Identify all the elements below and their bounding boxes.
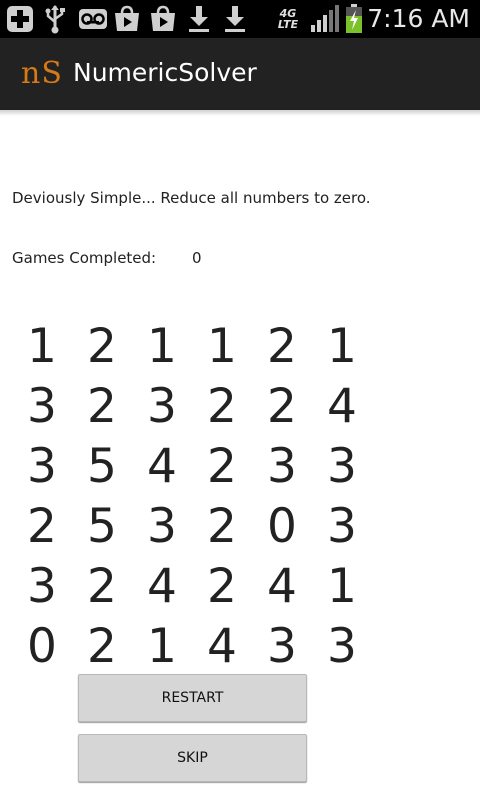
- grid-cell[interactable]: 3: [312, 617, 372, 677]
- grid-cell[interactable]: 3: [252, 617, 312, 677]
- grid-cell[interactable]: 3: [12, 557, 72, 617]
- grid-cell[interactable]: 3: [312, 437, 372, 497]
- action-bar: nS NumericSolver: [0, 38, 480, 112]
- status-time: 7:16 AM: [367, 4, 470, 33]
- app-title: NumericSolver: [73, 58, 257, 87]
- grid-cell[interactable]: 3: [12, 377, 72, 437]
- download-icon: [223, 5, 247, 33]
- grid-cell[interactable]: 5: [72, 437, 132, 497]
- play-store-icon: [113, 5, 141, 33]
- grid-cell[interactable]: 4: [132, 437, 192, 497]
- action-bar-shadow: [0, 110, 480, 116]
- grid-cell[interactable]: 2: [192, 437, 252, 497]
- battery-charging-icon: [344, 4, 364, 33]
- grid-cell[interactable]: 2: [72, 557, 132, 617]
- download-icon: [187, 5, 211, 33]
- grid-cell[interactable]: 2: [252, 377, 312, 437]
- grid-cell[interactable]: 3: [132, 497, 192, 557]
- restart-button[interactable]: RESTART: [78, 674, 307, 722]
- grid-cell[interactable]: 3: [12, 437, 72, 497]
- grid-cell[interactable]: 3: [252, 437, 312, 497]
- grid-cell[interactable]: 2: [72, 317, 132, 377]
- grid-cell[interactable]: 1: [312, 317, 372, 377]
- games-completed-value: 0: [192, 249, 202, 267]
- games-completed-label: Games Completed:: [12, 249, 157, 267]
- grid-cell[interactable]: 2: [72, 617, 132, 677]
- grid-cell[interactable]: 1: [132, 617, 192, 677]
- network-type-label: 4G LTE: [277, 7, 299, 31]
- grid-cell[interactable]: 4: [192, 617, 252, 677]
- app-logo[interactable]: nS: [21, 56, 63, 91]
- grid-cell[interactable]: 4: [252, 557, 312, 617]
- grid-cell[interactable]: 3: [312, 497, 372, 557]
- grid-cell[interactable]: 1: [12, 317, 72, 377]
- grid-cell[interactable]: 3: [132, 377, 192, 437]
- skip-button[interactable]: SKIP: [78, 734, 307, 782]
- instructions-text: Deviously Simple... Reduce all numbers t…: [12, 189, 371, 207]
- grid-cell[interactable]: 2: [252, 317, 312, 377]
- plus-icon: [5, 5, 35, 33]
- status-bar: 4G LTE 7:16 AM: [0, 0, 480, 38]
- voicemail-icon: [78, 5, 108, 33]
- grid-cell[interactable]: 1: [192, 317, 252, 377]
- grid-cell[interactable]: 2: [192, 497, 252, 557]
- grid-cell[interactable]: 2: [192, 557, 252, 617]
- grid-cell[interactable]: 5: [72, 497, 132, 557]
- grid-cell[interactable]: 4: [312, 377, 372, 437]
- grid-cell[interactable]: 0: [12, 617, 72, 677]
- grid-cell[interactable]: 1: [312, 557, 372, 617]
- grid-cell[interactable]: 2: [12, 497, 72, 557]
- grid-cell[interactable]: 0: [252, 497, 312, 557]
- grid-cell[interactable]: 2: [72, 377, 132, 437]
- play-store-icon: [149, 5, 177, 33]
- signal-icon: [309, 5, 339, 33]
- usb-icon: [42, 5, 68, 34]
- grid-cell[interactable]: 2: [192, 377, 252, 437]
- grid-cell[interactable]: 1: [132, 317, 192, 377]
- grid-cell[interactable]: 4: [132, 557, 192, 617]
